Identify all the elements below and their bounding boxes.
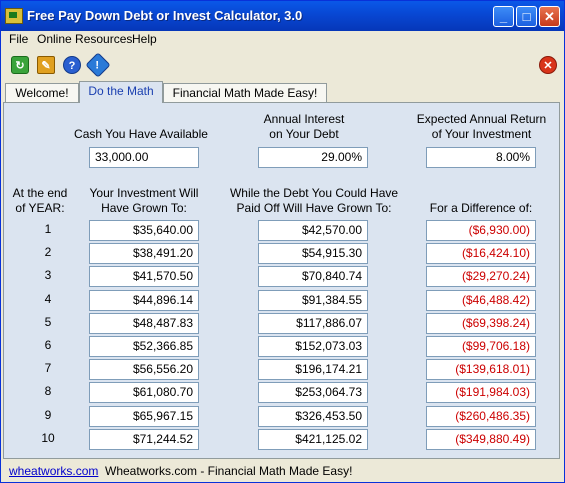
- status-text: Wheatworks.com - Financial Math Made Eas…: [105, 464, 353, 478]
- refresh-icon[interactable]: ↻: [11, 56, 29, 74]
- year-header-line1: At the end: [12, 186, 68, 200]
- debt-value[interactable]: $421,125.02: [258, 429, 368, 450]
- debt-value[interactable]: $117,886.07: [258, 313, 368, 334]
- tab-financial-math[interactable]: Financial Math Made Easy!: [163, 83, 327, 102]
- return-label-line1: Expected Annual Return: [416, 112, 547, 126]
- year-number: 2: [44, 245, 52, 259]
- difference-value[interactable]: ($46,488.42): [426, 290, 536, 311]
- menu-file[interactable]: File: [9, 32, 28, 46]
- investment-value[interactable]: $56,556.20: [89, 359, 199, 380]
- year-header-line2: of YEAR:: [15, 201, 65, 215]
- exit-icon[interactable]: ✕: [539, 56, 557, 74]
- cash-input[interactable]: 33,000.00: [89, 147, 199, 168]
- tab-welcome[interactable]: Welcome!: [5, 83, 79, 102]
- menu-bar: File Online Resources Help: [1, 31, 564, 49]
- difference-value[interactable]: ($139,618.01): [426, 359, 536, 380]
- help-icon[interactable]: ?: [63, 56, 81, 74]
- toolbar: ↻ ✎ ? ! ✕: [1, 51, 564, 79]
- tab-do-the-math[interactable]: Do the Math: [79, 81, 163, 103]
- year-number: 7: [44, 361, 52, 375]
- debt-header-line1: While the Debt You Could Have: [229, 186, 399, 200]
- investment-value[interactable]: $38,491.20: [89, 243, 199, 264]
- app-window: Free Pay Down Debt or Invest Calculator,…: [0, 0, 565, 483]
- menu-help[interactable]: Help: [132, 32, 157, 46]
- interest-label-line1: Annual Interest: [263, 112, 345, 126]
- year-number: 4: [44, 292, 52, 306]
- year-number: 10: [41, 431, 55, 445]
- menu-online-resources[interactable]: Online Resources: [37, 32, 132, 46]
- investment-value[interactable]: $48,487.83: [89, 313, 199, 334]
- difference-header: For a Difference of:: [429, 201, 533, 215]
- do-the-math-panel: Cash You Have Available Annual Interest …: [3, 102, 560, 459]
- investment-value[interactable]: $41,570.50: [89, 266, 199, 287]
- window-title: Free Pay Down Debt or Invest Calculator,…: [27, 8, 303, 23]
- difference-value[interactable]: ($191,984.03): [426, 382, 536, 403]
- interest-label-line2: on Your Debt: [269, 127, 339, 141]
- year-number: 9: [44, 408, 52, 422]
- debt-value[interactable]: $253,064.73: [258, 382, 368, 403]
- info-icon[interactable]: !: [85, 52, 111, 78]
- investment-value[interactable]: $35,640.00: [89, 220, 199, 241]
- minimize-button[interactable]: _: [493, 6, 514, 27]
- debt-value[interactable]: $91,384.55: [258, 290, 368, 311]
- investment-value[interactable]: $61,080.70: [89, 382, 199, 403]
- app-icon: [5, 8, 23, 24]
- investment-header-line1: Your Investment Will: [89, 186, 199, 200]
- debt-value[interactable]: $42,570.00: [258, 220, 368, 241]
- investment-value[interactable]: $71,244.52: [89, 429, 199, 450]
- clear-icon[interactable]: ✎: [37, 56, 55, 74]
- difference-value[interactable]: ($69,398.24): [426, 313, 536, 334]
- difference-value[interactable]: ($16,424.10): [426, 243, 536, 264]
- year-number: 6: [44, 338, 52, 352]
- investment-header-line2: Have Grown To:: [101, 201, 187, 215]
- year-number: 5: [44, 315, 52, 329]
- maximize-button[interactable]: □: [516, 6, 537, 27]
- year-number: 3: [44, 268, 52, 282]
- return-input[interactable]: 8.00%: [426, 147, 536, 168]
- debt-value[interactable]: $54,915.30: [258, 243, 368, 264]
- difference-value[interactable]: ($6,930.00): [426, 220, 536, 241]
- difference-value[interactable]: ($99,706.18): [426, 336, 536, 357]
- debt-value[interactable]: $196,174.21: [258, 359, 368, 380]
- tab-strip: Welcome! Do the Math Financial Math Made…: [1, 81, 564, 103]
- title-bar[interactable]: Free Pay Down Debt or Invest Calculator,…: [1, 1, 564, 31]
- wheatworks-link[interactable]: wheatworks.com: [9, 464, 98, 478]
- cash-label: Cash You Have Available: [74, 127, 208, 141]
- return-label-line2: of Your Investment: [431, 127, 532, 141]
- debt-value[interactable]: $326,453.50: [258, 406, 368, 427]
- difference-value[interactable]: ($349,880.49): [426, 429, 536, 450]
- debt-value[interactable]: $70,840.74: [258, 266, 368, 287]
- investment-value[interactable]: $52,366.85: [89, 336, 199, 357]
- investment-value[interactable]: $65,967.15: [89, 406, 199, 427]
- debt-header-line2: Paid Off Will Have Grown To:: [236, 201, 392, 215]
- debt-value[interactable]: $152,073.03: [258, 336, 368, 357]
- difference-value[interactable]: ($29,270.24): [426, 266, 536, 287]
- interest-input[interactable]: 29.00%: [258, 147, 368, 168]
- year-number: 1: [44, 222, 52, 236]
- close-window-button[interactable]: ✕: [539, 6, 560, 27]
- investment-value[interactable]: $44,896.14: [89, 290, 199, 311]
- difference-value[interactable]: ($260,486.35): [426, 406, 536, 427]
- year-number: 8: [44, 384, 52, 398]
- status-bar: wheatworks.com Wheatworks.com - Financia…: [1, 460, 564, 482]
